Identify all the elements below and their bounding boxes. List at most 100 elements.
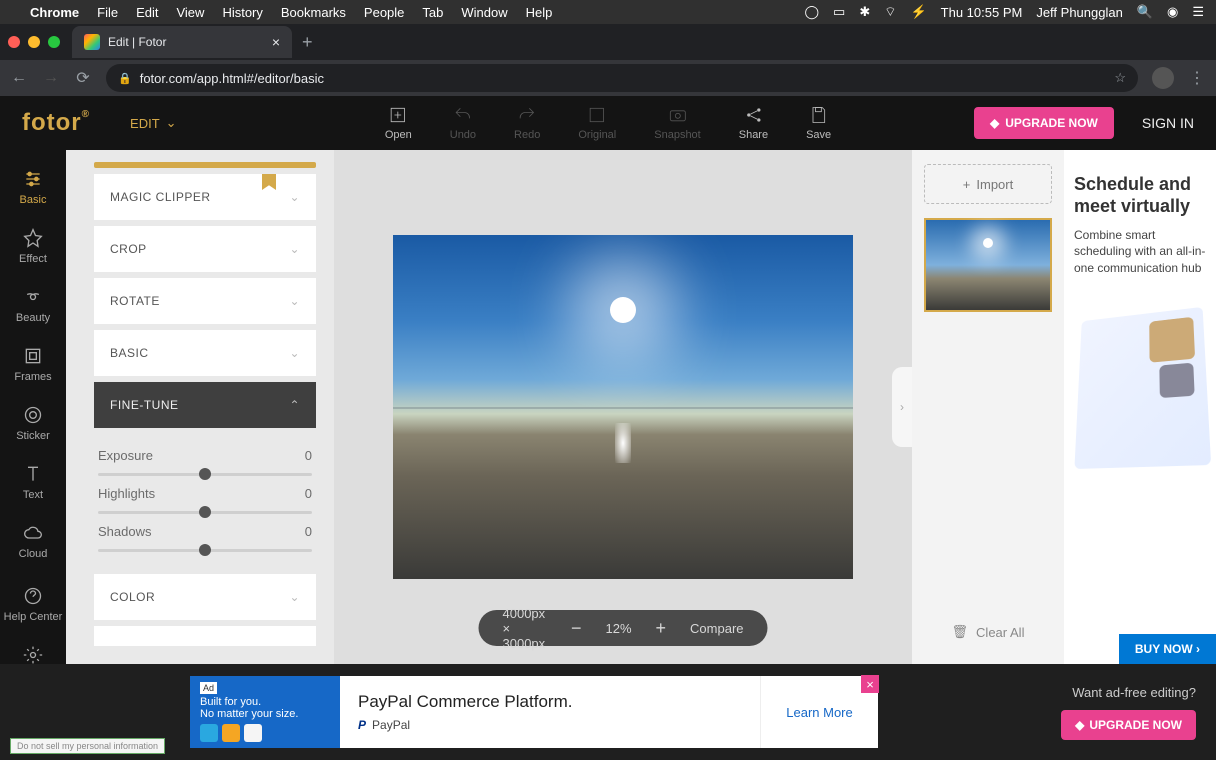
strip-sticker[interactable]: Sticker	[0, 396, 66, 451]
ad-line2: No matter your size.	[200, 708, 330, 720]
left-tool-strip: Basic Effect Beauty Frames Sticker Text …	[0, 150, 66, 664]
ad-white-panel: PayPal Commerce Platform. PPayPal	[340, 676, 760, 748]
bluetooth-icon[interactable]: ✱	[859, 4, 870, 20]
zoom-level: 12%	[605, 621, 631, 636]
bottom-ad[interactable]: Ad Built for you. No matter your size. P…	[190, 676, 878, 748]
thumbnail-sidebar: +Import 🗑Clear All	[912, 150, 1064, 664]
battery-icon[interactable]: ⚡	[910, 4, 926, 20]
ad-blue-panel: Ad Built for you. No matter your size.	[190, 676, 340, 748]
back-button[interactable]: ←	[10, 69, 28, 87]
chevron-down-icon: ⌄	[289, 294, 300, 308]
menu-bookmarks[interactable]: Bookmarks	[281, 5, 346, 20]
bottom-upgrade-button[interactable]: ◆UPGRADE NOW	[1061, 710, 1196, 740]
profile-avatar[interactable]	[1152, 67, 1174, 89]
reload-button[interactable]: ⟳	[74, 68, 92, 88]
save-button[interactable]: Save	[806, 105, 831, 141]
chevron-up-icon: ⌃	[289, 398, 300, 412]
star-icon[interactable]: ☆	[1114, 70, 1126, 86]
section-next[interactable]	[94, 626, 316, 646]
ad-body: Combine smart scheduling with an all-in-…	[1074, 227, 1206, 276]
open-button[interactable]: Open	[385, 105, 412, 141]
edit-dropdown[interactable]: EDIT ⌄	[130, 115, 177, 131]
new-tab-button[interactable]: +	[302, 32, 313, 53]
ad-tag: Ad	[200, 682, 217, 694]
spotlight-icon[interactable]: 🔍	[1137, 4, 1153, 20]
cloud-icon[interactable]: ◯	[804, 4, 819, 20]
ad-headline: PayPal Commerce Platform.	[358, 692, 742, 712]
zoom-out-button[interactable]: −	[571, 618, 582, 639]
zoom-in-button[interactable]: +	[656, 618, 667, 639]
strip-text[interactable]: Text	[0, 455, 66, 510]
section-basic[interactable]: BASIC⌄	[94, 330, 316, 376]
privacy-notice[interactable]: Do not sell my personal information	[10, 738, 165, 754]
menu-chrome[interactable]: Chrome	[30, 5, 79, 20]
clock[interactable]: Thu 10:55 PM	[941, 5, 1023, 20]
siri-icon[interactable]: ◉	[1167, 4, 1178, 20]
tab-close-icon[interactable]: ×	[272, 34, 280, 50]
slider-label: Exposure	[98, 448, 153, 463]
thumbnail-item[interactable]	[924, 218, 1052, 312]
slider-track[interactable]	[98, 511, 312, 514]
buy-now-button[interactable]: BUY NOW ›	[1119, 634, 1216, 664]
menu-people[interactable]: People	[364, 5, 404, 20]
section-magic-clipper[interactable]: MAGIC CLIPPER⌄	[94, 174, 316, 220]
upgrade-button[interactable]: ◆UPGRADE NOW	[974, 107, 1114, 139]
menu-file[interactable]: File	[97, 5, 118, 20]
ad-close-icon[interactable]: ×	[861, 675, 879, 693]
undo-button[interactable]: Undo	[450, 105, 476, 141]
chrome-menu-icon[interactable]: ⋮	[1188, 68, 1206, 88]
photo-sun	[610, 297, 636, 323]
ad-illustration	[1074, 307, 1211, 469]
slider-knob[interactable]	[199, 468, 211, 480]
right-panel-toggle[interactable]: ›	[892, 367, 912, 447]
forward-button[interactable]: →	[42, 69, 60, 87]
redo-button[interactable]: Redo	[514, 105, 540, 141]
import-button[interactable]: +Import	[924, 164, 1052, 204]
menu-edit[interactable]: Edit	[136, 5, 158, 20]
browser-tab-strip: Edit | Fotor × +	[0, 24, 1216, 60]
favicon	[84, 34, 100, 50]
window-minimize[interactable]	[28, 36, 40, 48]
share-button[interactable]: Share	[739, 105, 768, 141]
slider-value: 0	[305, 448, 312, 463]
menu-help[interactable]: Help	[526, 5, 553, 20]
address-bar[interactable]: 🔒 fotor.com/app.html#/editor/basic ☆	[106, 64, 1138, 92]
wifi-icon[interactable]: ⌔	[884, 4, 896, 20]
section-rotate[interactable]: ROTATE⌄	[94, 278, 316, 324]
browser-tab[interactable]: Edit | Fotor ×	[72, 26, 292, 58]
slider-track[interactable]	[98, 549, 312, 552]
canvas-image[interactable]	[393, 235, 853, 579]
bookmark-icon	[262, 174, 276, 190]
airplay-icon[interactable]: ▭	[833, 4, 845, 20]
slider-knob[interactable]	[199, 544, 211, 556]
strip-beauty[interactable]: Beauty	[0, 278, 66, 333]
control-center-icon[interactable]: ☰	[1192, 4, 1204, 20]
adfree-text: Want ad-free editing?	[1072, 685, 1196, 700]
learn-more-link[interactable]: Learn More ×	[760, 676, 878, 748]
strip-effect[interactable]: Effect	[0, 219, 66, 274]
strip-cloud[interactable]: Cloud	[0, 514, 66, 569]
sign-in-link[interactable]: SIGN IN	[1142, 115, 1194, 131]
strip-basic[interactable]: Basic	[0, 160, 66, 215]
menu-tab[interactable]: Tab	[422, 5, 443, 20]
strip-frames[interactable]: Frames	[0, 337, 66, 392]
compare-button[interactable]: Compare	[690, 621, 743, 636]
window-close[interactable]	[8, 36, 20, 48]
section-color[interactable]: COLOR⌄	[94, 574, 316, 620]
user-name[interactable]: Jeff Phungglan	[1036, 5, 1123, 20]
slider-track[interactable]	[98, 473, 312, 476]
trash-icon: 🗑	[952, 624, 969, 640]
section-finetune[interactable]: FINE-TUNE⌃	[94, 382, 316, 428]
window-maximize[interactable]	[48, 36, 60, 48]
slider-knob[interactable]	[199, 506, 211, 518]
menu-window[interactable]: Window	[461, 5, 507, 20]
menu-history[interactable]: History	[222, 5, 262, 20]
section-crop[interactable]: CROP⌄	[94, 226, 316, 272]
clear-all-button[interactable]: 🗑Clear All	[924, 614, 1052, 650]
strip-help[interactable]: Help Center	[0, 577, 66, 632]
fotor-logo[interactable]: fotor®	[22, 109, 90, 137]
snapshot-button[interactable]: Snapshot	[654, 105, 700, 141]
menu-view[interactable]: View	[176, 5, 204, 20]
lock-icon: 🔒	[118, 72, 132, 85]
original-button[interactable]: Original	[578, 105, 616, 141]
